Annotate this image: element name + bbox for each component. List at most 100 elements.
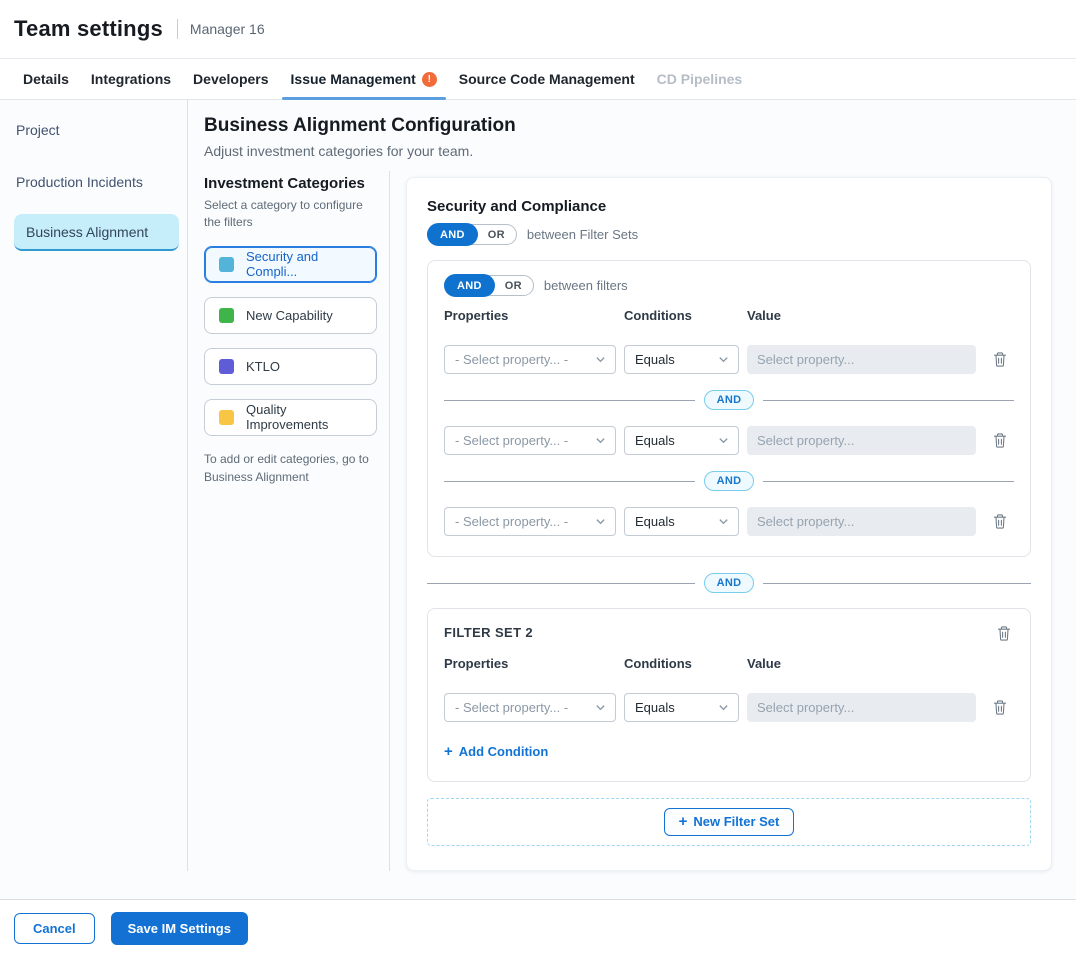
content-area: Project Production Incidents Business Al…: [0, 100, 1076, 899]
category-color-swatch: [219, 410, 234, 425]
category-color-swatch: [219, 308, 234, 323]
main-panel: Business Alignment Configuration Adjust …: [188, 100, 1076, 871]
category-color-swatch: [219, 257, 234, 272]
column-header-properties: Properties: [444, 656, 616, 671]
footer-actions: Cancel Save IM Settings: [0, 899, 1076, 956]
trash-icon: [992, 432, 1008, 449]
category-security-and-compliance[interactable]: Security and Compli...: [204, 246, 377, 283]
chevron-down-icon: [718, 702, 729, 713]
conditions-select[interactable]: Equals: [624, 693, 739, 722]
category-color-swatch: [219, 359, 234, 374]
page-title: Team settings: [14, 16, 163, 42]
investment-categories-column: Investment Categories Select a category …: [188, 171, 390, 871]
main-header: Business Alignment Configuration Adjust …: [188, 100, 1076, 171]
delete-filter-button[interactable]: [990, 697, 1010, 718]
filters-and-or-toggle[interactable]: AND OR: [444, 275, 534, 296]
conditions-select[interactable]: Equals: [624, 345, 739, 374]
categories-note: To add or edit categories, go to Busines…: [204, 450, 372, 486]
category-new-capability[interactable]: New Capability: [204, 297, 377, 334]
settings-sidebar: Project Production Incidents Business Al…: [0, 100, 188, 871]
and-pill: AND: [704, 390, 755, 410]
value-input[interactable]: [747, 345, 976, 374]
trash-icon: [992, 351, 1008, 368]
and-row-divider: AND: [444, 471, 1014, 491]
settings-tabbar: Details Integrations Developers Issue Ma…: [0, 58, 1076, 100]
tab-integrations[interactable]: Integrations: [80, 59, 182, 99]
filter-set-2: FILTER SET 2 Properties Conditions Value: [427, 608, 1031, 782]
add-condition-button[interactable]: + Add Condition: [444, 744, 548, 759]
tab-issue-management[interactable]: Issue Management !: [280, 59, 448, 99]
tab-cd-pipelines: CD Pipelines: [646, 59, 754, 99]
alert-badge-icon: !: [422, 72, 437, 87]
chevron-down-icon: [718, 435, 729, 446]
categories-subtitle: Select a category to configure the filte…: [204, 197, 364, 232]
filter-row: - Select property... - Equals: [444, 693, 1014, 722]
cancel-button[interactable]: Cancel: [14, 913, 95, 944]
filter-set-1: AND OR between filters Properties Condit…: [427, 260, 1031, 557]
properties-select[interactable]: - Select property... -: [444, 507, 616, 536]
filter-panel-area: Security and Compliance AND OR between F…: [390, 171, 1076, 871]
column-header-conditions: Conditions: [624, 308, 739, 323]
title-divider: [177, 19, 178, 39]
sidebar-item-business-alignment[interactable]: Business Alignment: [14, 214, 179, 251]
value-input[interactable]: [747, 426, 976, 455]
column-header-value: Value: [747, 656, 976, 671]
categories-title: Investment Categories: [204, 175, 377, 192]
plus-icon: +: [444, 744, 453, 759]
team-name-label: Manager 16: [190, 21, 265, 37]
filter-panel-card: Security and Compliance AND OR between F…: [406, 177, 1052, 871]
toggle-or-option[interactable]: OR: [494, 280, 533, 292]
toggle-or-option[interactable]: OR: [477, 229, 516, 241]
trash-icon: [992, 699, 1008, 716]
sidebar-item-project[interactable]: Project: [0, 110, 187, 150]
filter-row: - Select property... - Equals: [444, 345, 1014, 374]
chevron-down-icon: [595, 702, 606, 713]
trash-icon: [992, 513, 1008, 530]
and-pill: AND: [704, 573, 755, 593]
category-panel-title: Security and Compliance: [427, 198, 1031, 215]
filter-set-2-title: FILTER SET 2: [444, 623, 533, 640]
filter-row: - Select property... - Equals: [444, 426, 1014, 455]
chevron-down-icon: [718, 354, 729, 365]
toggle-and-option[interactable]: AND: [444, 274, 495, 297]
chevron-down-icon: [595, 516, 606, 527]
filter-sets-and-or-toggle[interactable]: AND OR: [427, 224, 517, 245]
properties-select[interactable]: - Select property... -: [444, 426, 616, 455]
conditions-select[interactable]: Equals: [624, 507, 739, 536]
tab-developers[interactable]: Developers: [182, 59, 279, 99]
between-filter-sets-label: between Filter Sets: [527, 227, 638, 242]
trash-icon: [996, 625, 1012, 642]
tab-details[interactable]: Details: [12, 59, 80, 99]
conditions-select[interactable]: Equals: [624, 426, 739, 455]
and-set-divider: AND: [427, 573, 1031, 593]
section-title: Business Alignment Configuration: [204, 115, 1060, 137]
category-quality-improvements[interactable]: Quality Improvements: [204, 399, 377, 436]
delete-filter-button[interactable]: [990, 511, 1010, 532]
plus-icon: +: [679, 814, 688, 829]
value-input[interactable]: [747, 693, 976, 722]
save-im-settings-button[interactable]: Save IM Settings: [111, 912, 248, 945]
sidebar-item-production-incidents[interactable]: Production Incidents: [0, 162, 187, 202]
chevron-down-icon: [595, 354, 606, 365]
chevron-down-icon: [595, 435, 606, 446]
delete-filter-button[interactable]: [990, 349, 1010, 370]
filter-row: - Select property... - Equals: [444, 507, 1014, 536]
tab-source-code-management[interactable]: Source Code Management: [448, 59, 646, 99]
column-header-conditions: Conditions: [624, 656, 739, 671]
and-pill: AND: [704, 471, 755, 491]
column-header-value: Value: [747, 308, 976, 323]
delete-filter-button[interactable]: [990, 430, 1010, 451]
delete-filter-set-button[interactable]: [994, 623, 1014, 644]
new-filter-set-dropzone: + New Filter Set: [427, 798, 1031, 846]
column-header-properties: Properties: [444, 308, 616, 323]
between-filters-label: between filters: [544, 278, 628, 293]
page-header: Team settings Manager 16: [0, 0, 1076, 58]
value-input[interactable]: [747, 507, 976, 536]
new-filter-set-button[interactable]: + New Filter Set: [664, 808, 795, 836]
properties-select[interactable]: - Select property... -: [444, 345, 616, 374]
toggle-and-option[interactable]: AND: [427, 223, 478, 246]
and-row-divider: AND: [444, 390, 1014, 410]
category-ktlo[interactable]: KTLO: [204, 348, 377, 385]
properties-select[interactable]: - Select property... -: [444, 693, 616, 722]
chevron-down-icon: [718, 516, 729, 527]
